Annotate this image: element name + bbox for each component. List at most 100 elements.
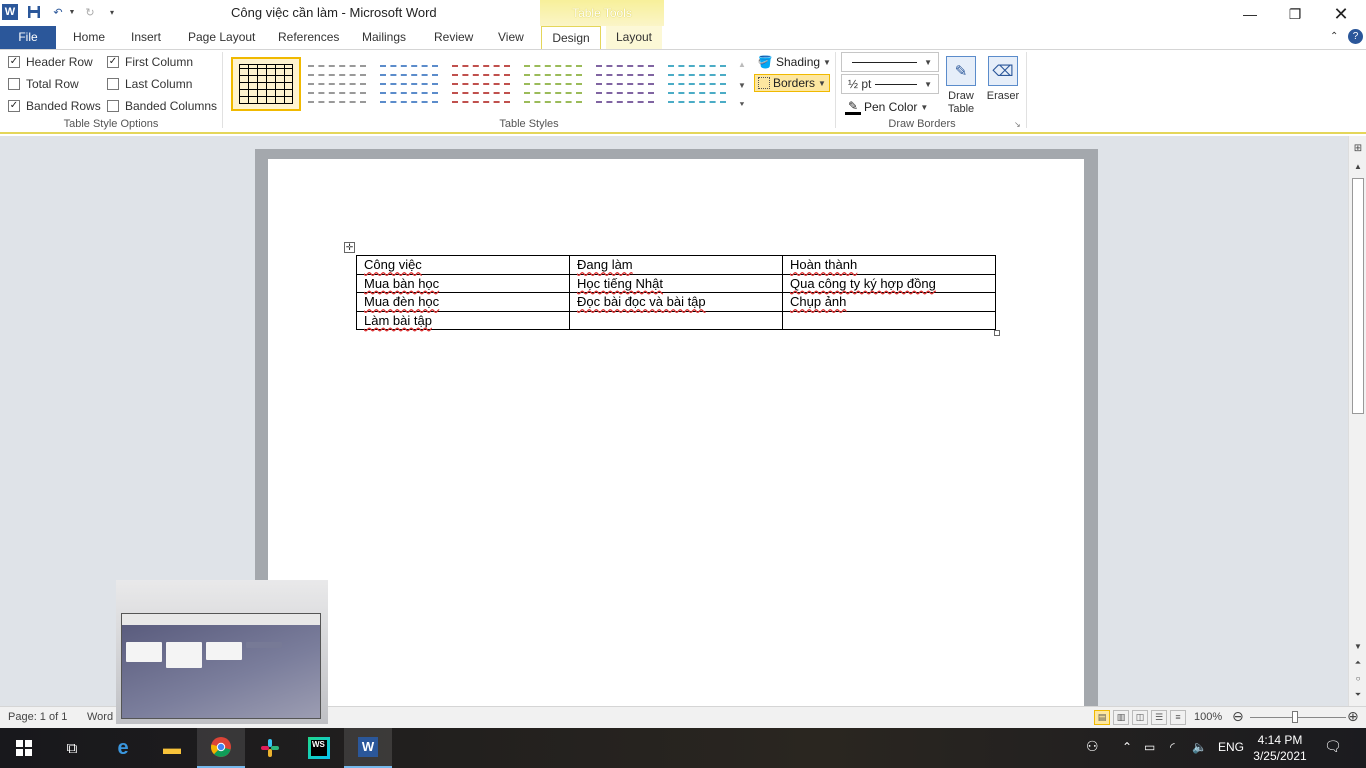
taskbar-thumbnail-preview[interactable]	[116, 580, 328, 724]
help-icon[interactable]: ?	[1348, 29, 1363, 44]
line-style-combo[interactable]: ▼	[841, 52, 939, 72]
full-screen-reading-icon[interactable]: ▥	[1113, 710, 1129, 725]
header-row-checkbox[interactable]: ✓ Header Row	[8, 55, 93, 69]
volume-icon[interactable]: 🔈	[1192, 740, 1207, 754]
table-style-light-shading-accent-4[interactable]	[590, 57, 660, 111]
dialog-launcher-icon[interactable]: ↘	[1014, 120, 1021, 129]
next-page-icon[interactable]: ⏷	[1349, 688, 1366, 702]
wifi-icon[interactable]: ◜	[1170, 740, 1175, 754]
tab-review[interactable]: Review	[426, 26, 481, 49]
zoom-slider-thumb[interactable]	[1292, 711, 1298, 723]
draw-table-button[interactable]: ✎ Draw Table	[939, 54, 983, 116]
table-cell[interactable]: Qua công ty ký hợp đồng	[782, 273, 996, 293]
scroll-thumb[interactable]	[1352, 178, 1364, 414]
first-column-checkbox[interactable]: ✓ First Column	[107, 55, 193, 69]
table-cell[interactable]: Công việc	[356, 255, 570, 275]
tab-design[interactable]: Design	[541, 26, 601, 49]
page-count[interactable]: Page: 1 of 1	[8, 711, 67, 723]
table-cell[interactable]: Làm bài tập	[356, 310, 570, 330]
browse-object-icon[interactable]: ○	[1349, 672, 1366, 686]
input-language[interactable]: ENG	[1218, 740, 1244, 754]
table-cell[interactable]	[569, 310, 783, 330]
people-icon[interactable]: ⚇	[1086, 738, 1099, 755]
table-cell[interactable]: Hoàn thành	[782, 255, 996, 275]
battery-icon[interactable]: ▭	[1144, 740, 1155, 754]
eraser-button[interactable]: ⌫ Eraser	[981, 54, 1025, 103]
zoom-out-icon[interactable]: ⊖	[1232, 708, 1244, 725]
show-hidden-icons-icon[interactable]: ⌃	[1122, 740, 1132, 754]
system-clock[interactable]: 4:14 PM 3/25/2021	[1248, 732, 1312, 764]
table-cell[interactable]: Đọc bài đọc và bài tập	[569, 292, 783, 312]
tab-file[interactable]: File	[0, 26, 56, 49]
table-style-light-shading[interactable]	[302, 57, 372, 111]
restore-icon[interactable]: ❐	[1272, 0, 1318, 28]
save-icon[interactable]	[26, 4, 42, 20]
line-weight-value: ½ pt	[848, 77, 872, 91]
task-view-icon[interactable]: ⧉	[48, 728, 96, 768]
zoom-in-icon[interactable]: ⊕	[1347, 708, 1359, 725]
chrome-icon[interactable]	[197, 728, 245, 768]
line-weight-combo[interactable]: ½ pt ▼	[841, 74, 939, 94]
pen-color-button[interactable]: ✎ Pen Color ▼	[845, 99, 928, 115]
tab-references[interactable]: References	[270, 26, 347, 49]
ruler-toggle-icon[interactable]: ⊞	[1349, 142, 1366, 156]
borders-button[interactable]: Borders ▼	[754, 74, 830, 92]
file-explorer-icon[interactable]: ▬	[148, 728, 196, 768]
redo-icon[interactable]: ↻	[82, 4, 98, 20]
word-count[interactable]: Word	[87, 711, 113, 723]
table-style-light-shading-accent-2[interactable]	[446, 57, 516, 111]
shading-button[interactable]: 🪣 Shading ▼	[757, 54, 831, 70]
notifications-icon[interactable]: 🗨	[1324, 738, 1342, 755]
gallery-more-icon[interactable]: ⯆	[735, 96, 749, 114]
table-resize-handle[interactable]	[994, 330, 1000, 336]
last-column-checkbox[interactable]: Last Column	[107, 77, 192, 91]
minimize-icon[interactable]: —	[1227, 0, 1273, 28]
table-cell[interactable]: Học tiếng Nhật	[569, 273, 783, 293]
web-layout-icon[interactable]: ◫	[1132, 710, 1148, 725]
draft-view-icon[interactable]: ≡	[1170, 710, 1186, 725]
table-style-light-shading-accent-3[interactable]	[518, 57, 588, 111]
windows-start-icon[interactable]	[0, 728, 48, 768]
banded-columns-checkbox[interactable]: Banded Columns	[107, 99, 217, 113]
table-style-light-shading-accent-1[interactable]	[374, 57, 444, 111]
table-cell[interactable]: Mua đèn học	[356, 292, 570, 312]
scroll-up-icon[interactable]: ▲	[1349, 160, 1366, 174]
word-app-icon[interactable]: W	[2, 4, 18, 20]
tab-home[interactable]: Home	[65, 26, 113, 49]
style-line	[452, 91, 510, 94]
previous-page-icon[interactable]: ⏶	[1349, 656, 1366, 670]
print-layout-view-icon[interactable]: ▤	[1094, 710, 1110, 725]
table-style-plain-grid[interactable]	[231, 57, 301, 111]
total-row-checkbox[interactable]: Total Row	[8, 77, 79, 91]
tab-layout[interactable]: Layout	[606, 26, 662, 49]
customize-qat-icon[interactable]: ▾	[104, 4, 120, 20]
outline-view-icon[interactable]: ☰	[1151, 710, 1167, 725]
gallery-scroll-down-icon[interactable]: ▼	[735, 76, 749, 94]
tab-view[interactable]: View	[490, 26, 532, 49]
document-page[interactable]	[268, 159, 1084, 709]
tab-insert[interactable]: Insert	[123, 26, 169, 49]
scroll-down-icon[interactable]: ▼	[1349, 640, 1366, 654]
gallery-scroll-up-icon[interactable]: ▲	[735, 55, 749, 73]
vertical-scrollbar[interactable]: ⊞ ▲ ▼ ⏶ ○ ⏷	[1348, 136, 1366, 706]
table-cell[interactable]: Mua bàn học	[356, 273, 570, 293]
table-cell[interactable]	[782, 310, 996, 330]
todo-table[interactable]: Công việc Đang làm Hoàn thành Mua bàn họ…	[356, 255, 996, 330]
tab-mailings[interactable]: Mailings	[354, 26, 414, 49]
zoom-level[interactable]: 100%	[1194, 711, 1222, 723]
table-move-handle-icon[interactable]: ✛	[344, 242, 355, 253]
undo-dropdown-icon[interactable]: ▼	[64, 4, 80, 20]
tab-page-layout[interactable]: Page Layout	[180, 26, 263, 49]
table-style-light-shading-accent-5[interactable]	[662, 57, 732, 111]
word-taskbar-icon[interactable]: W	[344, 728, 392, 768]
table-cell[interactable]: Đang làm	[569, 255, 783, 275]
table-cell[interactable]: Chụp ảnh	[782, 292, 996, 312]
slack-icon[interactable]	[246, 728, 294, 768]
minimize-ribbon-icon[interactable]: ⌃	[1322, 26, 1346, 49]
zoom-slider-track[interactable]	[1250, 717, 1346, 718]
webstorm-logo: WS	[308, 737, 330, 759]
webstorm-icon[interactable]: WS	[295, 728, 343, 768]
banded-rows-checkbox[interactable]: ✓ Banded Rows	[8, 99, 101, 113]
edge-browser-icon[interactable]: e	[99, 728, 147, 768]
close-icon[interactable]: ✕	[1318, 0, 1364, 28]
